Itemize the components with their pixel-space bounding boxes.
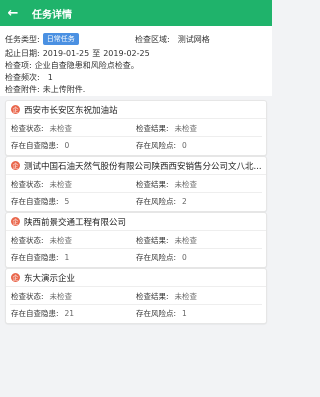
card-details: 检查状态: 未检查 检查结果: 未检查 存在自查隐患: 0 存在风险点: 0 [6, 119, 266, 155]
hazards-value: 0 [64, 141, 70, 150]
item-value: 企业自查隐患和风险点检查。 [34, 61, 139, 70]
status-cell: 检查状态: 未检查 [11, 180, 73, 189]
end-date: 2019-02-25 [103, 49, 150, 58]
card-header: 企 测试中国石油天然气股份有限公司陕西西安销售分公司文八北... [6, 157, 266, 175]
task-type-label: 任务类型: [5, 34, 40, 44]
risks-value: 1 [182, 309, 187, 318]
start-date: 2019-01-25 [42, 49, 90, 58]
company-card[interactable]: 企 西安市长安区东祝加油站 检查状态: 未检查 检查结果: 未检查 存在自查隐患: 0… [5, 100, 267, 156]
company-card[interactable]: 企 测试中国石油天然气股份有限公司陕西西安销售分公司文八北... 检查状态: 未检… [5, 156, 267, 212]
card-header: 企 陕西前景交通工程有限公司 [6, 213, 266, 231]
area-row: 检查区域: 测试网格 [135, 34, 210, 45]
risks-cell: 存在风险点: 1 [136, 309, 187, 318]
result-value: 未检查 [174, 292, 198, 301]
risks-value: 0 [182, 141, 187, 150]
item-row: 检查项: 企业自查隐患和风险点检查。 [5, 60, 139, 71]
result-cell: 检查结果: 未检查 [136, 124, 198, 133]
card-details: 检查状态: 未检查 检查结果: 未检查 存在自查隐患: 5 存在风险点: 2 [6, 175, 266, 211]
risks-value: 2 [182, 197, 187, 206]
company-icon: 企 [11, 161, 20, 170]
card-header: 企 东大演示企业 [6, 269, 266, 287]
hazards-value: 5 [64, 197, 70, 206]
attach-label: 检查附件: [5, 85, 40, 94]
status-cell: 检查状态: 未检查 [11, 292, 73, 301]
hazards-cell: 存在自查隐患: 21 [11, 309, 75, 318]
company-name: 东大演示企业 [24, 273, 76, 284]
count-row: 检查频次: 1 [5, 72, 53, 83]
hazards-cell: 存在自查隐患: 0 [11, 141, 70, 150]
count-label: 检查频次: [5, 73, 40, 82]
company-icon: 企 [11, 273, 20, 282]
hazards-value: 21 [64, 309, 75, 318]
result-value: 未检查 [174, 180, 198, 189]
result-cell: 检查结果: 未检查 [136, 292, 198, 301]
risks-cell: 存在风险点: 2 [136, 197, 187, 206]
card-details: 检查状态: 未检查 检查结果: 未检查 存在自查隐患: 21 存在风险点: 1 [6, 287, 266, 323]
attach-value: 未上传附件. [42, 85, 86, 94]
item-label: 检查项: [5, 61, 32, 70]
divider [10, 304, 262, 305]
arrow-left-icon[interactable]: ← [0, 0, 26, 26]
task-type-row: 任务类型: 日常任务 [5, 33, 79, 45]
company-name: 测试中国石油天然气股份有限公司陕西西安销售分公司文八北... [24, 161, 262, 172]
status-value: 未检查 [49, 124, 73, 133]
card-header: 企 西安市长安区东祝加油站 [6, 101, 266, 119]
task-type-tag: 日常任务 [42, 33, 79, 45]
status-value: 未检查 [49, 180, 73, 189]
date-row: 起止日期: 2019-01-25 至 2019-02-25 [5, 48, 150, 59]
status-value: 未检查 [49, 236, 73, 245]
task-info-panel: 任务类型: 日常任务 检查区域: 测试网格 起止日期: 2019-01-25 至… [0, 26, 272, 96]
risks-cell: 存在风险点: 0 [136, 253, 187, 262]
result-cell: 检查结果: 未检查 [136, 180, 198, 189]
status-value: 未检查 [49, 292, 73, 301]
hazards-cell: 存在自查隐患: 1 [11, 253, 70, 262]
company-name: 西安市长安区东祝加油站 [24, 105, 118, 116]
page-title: 任务详情 [32, 9, 72, 21]
attach-row: 检查附件: 未上传附件. [5, 84, 85, 95]
status-cell: 检查状态: 未检查 [11, 236, 73, 245]
company-icon: 企 [11, 105, 20, 114]
result-value: 未检查 [174, 236, 198, 245]
divider [10, 248, 262, 249]
hazards-value: 1 [64, 253, 70, 262]
risks-value: 0 [182, 253, 187, 262]
company-card[interactable]: 企 陕西前景交通工程有限公司 检查状态: 未检查 检查结果: 未检查 存在自查隐患:… [5, 212, 267, 268]
card-details: 检查状态: 未检查 检查结果: 未检查 存在自查隐患: 1 存在风险点: 0 [6, 231, 266, 267]
company-name: 陕西前景交通工程有限公司 [24, 217, 127, 228]
risks-cell: 存在风险点: 0 [136, 141, 187, 150]
divider [10, 192, 262, 193]
date-label: 起止日期: [5, 49, 40, 58]
result-cell: 检查结果: 未检查 [136, 236, 198, 245]
company-card[interactable]: 企 东大演示企业 检查状态: 未检查 检查结果: 未检查 存在自查隐患: 21 存在风… [5, 268, 267, 324]
area-label: 检查区域: [135, 35, 170, 44]
app-bar: ← 任务详情 [0, 0, 272, 26]
company-icon: 企 [11, 217, 20, 226]
hazards-cell: 存在自查隐患: 5 [11, 197, 70, 206]
divider [10, 136, 262, 137]
result-value: 未检查 [174, 124, 198, 133]
date-separator: 至 [92, 49, 101, 58]
count-value: 1 [47, 73, 53, 82]
status-cell: 检查状态: 未检查 [11, 124, 73, 133]
area-value: 测试网格 [177, 35, 210, 44]
